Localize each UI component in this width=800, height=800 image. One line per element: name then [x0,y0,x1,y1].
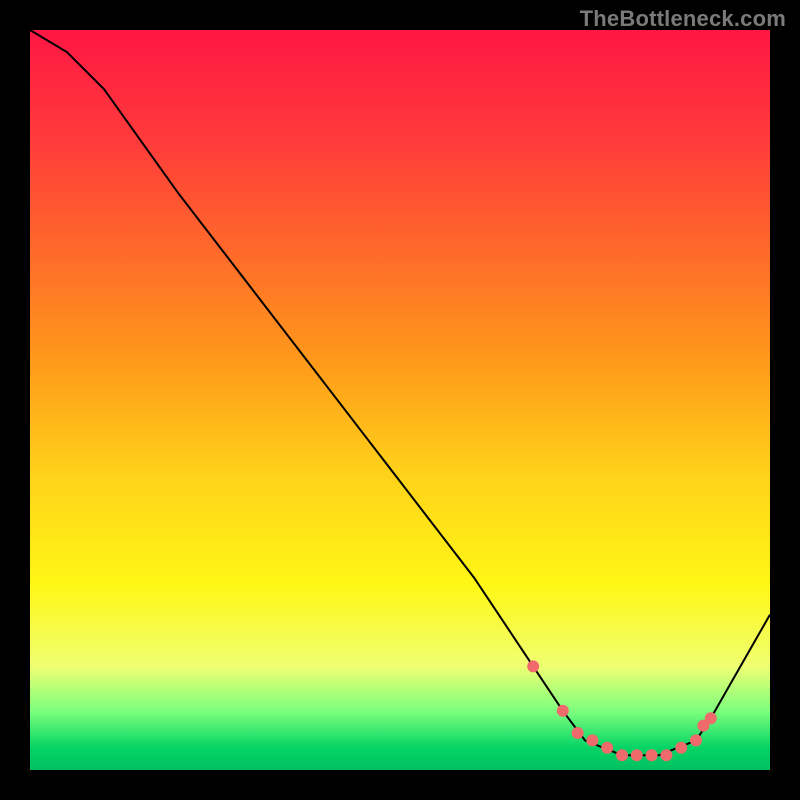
curve-marker [660,749,672,761]
curve-marker [690,734,702,746]
curve-marker [631,749,643,761]
curve-marker [557,705,569,717]
curve-marker [527,660,539,672]
curve-marker [705,712,717,724]
curve-marker [572,727,584,739]
bottleneck-curve-chart [0,0,800,800]
chart-container: TheBottleneck.com [0,0,800,800]
curve-marker [616,749,628,761]
curve-marker [675,742,687,754]
watermark-label: TheBottleneck.com [580,6,786,32]
curve-marker [646,749,658,761]
curve-marker [586,734,598,746]
curve-marker [601,742,613,754]
